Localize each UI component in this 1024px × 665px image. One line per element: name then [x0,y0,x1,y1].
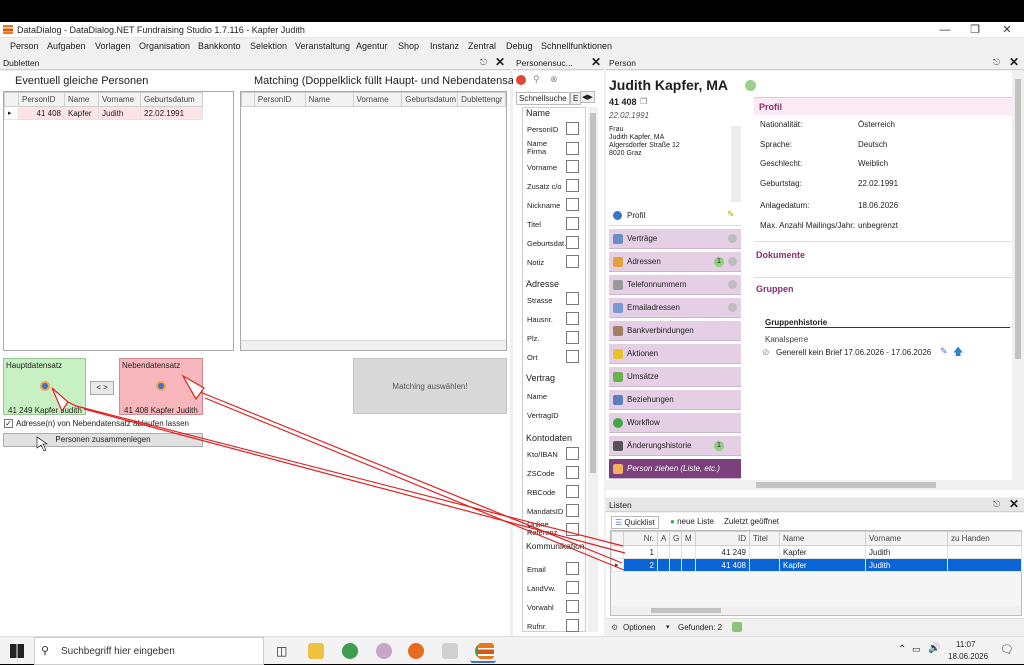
annotation-arrows [36,374,626,571]
taskbar: ⚲ Suchbegriff hier eingeben ◫ ⌃ ▭ 🔊 11:0… [0,636,1024,665]
notification-icon[interactable]: 🗨 [1000,643,1014,656]
taskbar-search-placeholder: Suchbegriff hier eingeben [61,646,175,657]
app-icon[interactable] [442,643,458,659]
firefox-icon[interactable] [408,643,424,659]
task-view-icon[interactable]: ◫ [276,644,287,658]
arrow-to-neben [199,391,623,564]
app-icon[interactable] [376,643,392,659]
windows-start-icon[interactable] [10,644,24,658]
arrowhead-haupt [51,387,69,413]
file-explorer-icon[interactable] [308,643,324,659]
network-icon[interactable]: ▭ [912,644,921,655]
arrow-to-haupt [67,401,624,547]
datadialog-app-icon[interactable] [478,643,494,659]
clock-time: 11:07 [956,640,976,649]
search-icon: ⚲ [41,645,50,657]
chrome-icon[interactable] [342,643,358,659]
arrow-to-neben-b [204,397,625,571]
arrowhead-neben [181,374,205,401]
mouse-cursor-icon [36,436,48,452]
taskbar-search-input[interactable]: ⚲ Suchbegriff hier eingeben [34,637,264,665]
clock-date: 18.06.2026 [948,652,989,661]
chevron-up-icon[interactable]: ⌃ [898,644,906,655]
volume-icon[interactable]: 🔊 [928,643,940,654]
